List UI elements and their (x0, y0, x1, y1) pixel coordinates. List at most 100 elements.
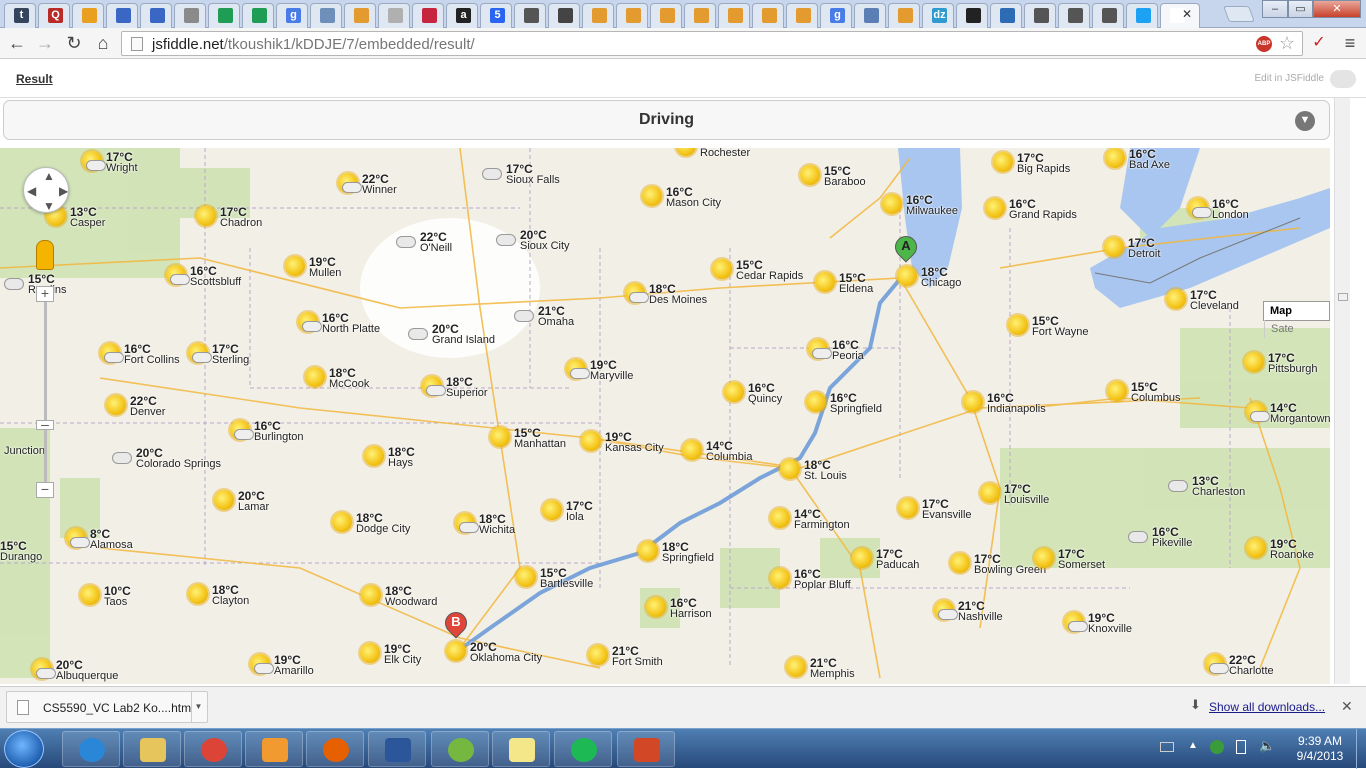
taskbar-app[interactable] (368, 731, 426, 767)
scrollbar-thumb[interactable] (1338, 293, 1348, 301)
edit-in-jsfiddle-link[interactable]: Edit in JSFiddle (1255, 73, 1324, 84)
taskbar-app[interactable] (431, 731, 489, 767)
back-icon[interactable]: ← (6, 32, 28, 54)
system-clock[interactable]: 9:39 AM 9/4/2013 (1290, 734, 1350, 764)
result-link[interactable]: Result (16, 72, 53, 86)
taskbar-app[interactable] (492, 731, 550, 767)
browser-tab[interactable] (514, 3, 546, 28)
star-icon[interactable]: ☆ (1279, 33, 1295, 54)
taskbar-app[interactable] (617, 731, 675, 767)
browser-tab[interactable] (378, 3, 410, 28)
browser-tab[interactable] (888, 3, 920, 28)
close-window-button[interactable]: ✕ (1313, 0, 1361, 18)
chevron-down-icon[interactable]: ▼ (1295, 111, 1315, 131)
sun-icon (490, 427, 510, 447)
browser-tab[interactable] (140, 3, 172, 28)
taskbar-app[interactable] (184, 731, 242, 767)
partly-cloudy-icon (166, 265, 190, 285)
browser-tab[interactable]: g (820, 3, 852, 28)
browser-tab[interactable] (650, 3, 682, 28)
sheets-icon (218, 8, 233, 23)
reload-icon[interactable]: ↻ (63, 32, 85, 54)
page-scrollbar[interactable] (1334, 98, 1350, 684)
zoom-slider-track[interactable] (44, 286, 47, 496)
weather-city: Poplar Bluff (794, 579, 851, 591)
browser-tab[interactable]: t (4, 3, 36, 28)
maximize-button[interactable]: ▭ (1288, 0, 1313, 18)
close-download-bar-icon[interactable]: ✕ (1341, 698, 1353, 715)
taskbar-app[interactable] (62, 731, 120, 767)
browser-tab[interactable] (1024, 3, 1056, 28)
start-button[interactable] (4, 730, 44, 768)
browser-tab[interactable] (208, 3, 240, 28)
tray-expand-icon[interactable]: ▲ (1188, 740, 1198, 751)
menu-icon[interactable]: ≡ (1339, 32, 1361, 54)
download-arrow-icon: ⬇ (1190, 697, 1201, 712)
browser-tab[interactable] (412, 3, 444, 28)
extension-icon[interactable]: ✓ (1308, 32, 1330, 54)
weather-city: Farmington (794, 519, 850, 531)
browser-tab[interactable] (242, 3, 274, 28)
travel-mode-select[interactable]: Driving ▼ (3, 100, 1330, 140)
browser-tab[interactable] (684, 3, 716, 28)
close-tab-icon[interactable]: ✕ (1182, 7, 1192, 21)
browser-tab[interactable]: dz (922, 3, 954, 28)
network-icon[interactable] (1210, 740, 1224, 754)
taskbar-app[interactable] (306, 731, 364, 767)
browser-tab[interactable]: g (276, 3, 308, 28)
browser-tab[interactable] (752, 3, 784, 28)
sun-icon (852, 548, 872, 568)
browser-tab[interactable] (854, 3, 886, 28)
show-all-downloads-link[interactable]: Show all downloads... (1209, 700, 1325, 714)
browser-tab[interactable] (72, 3, 104, 28)
taskbar-app[interactable] (245, 731, 303, 767)
zoom-out-button[interactable]: − (36, 482, 54, 498)
adblock-icon[interactable]: ABP (1256, 36, 1272, 52)
street-view-pegman-icon[interactable] (36, 240, 54, 270)
download-menu-chevron-icon[interactable]: ▼ (191, 692, 205, 722)
new-tab-button[interactable] (1223, 6, 1255, 22)
browser-tab[interactable] (1092, 3, 1124, 28)
browser-tab[interactable] (1058, 3, 1090, 28)
browser-tab[interactable]: a (446, 3, 478, 28)
browser-tab[interactable] (582, 3, 614, 28)
taskbar-app[interactable] (554, 731, 612, 767)
browser-tab[interactable] (990, 3, 1022, 28)
download-item[interactable]: CS5590_VC Lab2 Ko....htm ▼ (6, 691, 208, 723)
browser-tab[interactable] (106, 3, 138, 28)
route-end-marker[interactable]: B (440, 607, 472, 642)
weather-city: Fort Smith (612, 656, 663, 668)
volume-icon[interactable]: 🔈 (1259, 738, 1275, 754)
route-start-marker[interactable]: A (890, 231, 922, 266)
sun-icon (786, 657, 806, 677)
weather-city: Sioux City (520, 240, 570, 252)
zoom-slider-handle[interactable]: – (36, 417, 54, 431)
show-desktop-button[interactable] (1356, 729, 1366, 769)
browser-tab[interactable]: ✕ (1160, 3, 1200, 28)
browser-tab[interactable] (344, 3, 376, 28)
stack-icon (626, 8, 641, 23)
browser-tab[interactable] (956, 3, 988, 28)
browser-tab[interactable]: Q (38, 3, 70, 28)
browser-tab[interactable] (718, 3, 750, 28)
battery-icon[interactable] (1236, 740, 1246, 754)
sun-icon (1008, 315, 1028, 335)
browser-tab[interactable] (616, 3, 648, 28)
browser-tab[interactable] (548, 3, 580, 28)
taskbar-app[interactable] (123, 731, 181, 767)
map-canvas[interactable]: 17°C Wright 22°C Winner 17°C Sioux Falls Roche… (0, 148, 1330, 684)
browser-tab[interactable] (1126, 3, 1158, 28)
pan-control[interactable]: ▲ ▼ ◀ ▶ (23, 167, 69, 213)
browser-tab[interactable]: 5 (480, 3, 512, 28)
address-bar[interactable]: jsfiddle.net/tkoushik1/kDDJE/7/embedded/… (121, 31, 1303, 56)
browser-tab[interactable] (174, 3, 206, 28)
browser-tab[interactable] (310, 3, 342, 28)
minimize-button[interactable]: – (1262, 0, 1288, 18)
map-type-map-button[interactable]: Map (1264, 302, 1298, 320)
map-type-satellite-button[interactable]: Sate (1264, 320, 1300, 338)
zoom-in-button[interactable]: + (36, 286, 54, 302)
home-icon[interactable]: ⌂ (92, 32, 114, 54)
browser-tab[interactable] (786, 3, 818, 28)
forward-icon[interactable]: → (34, 32, 56, 54)
keyboard-icon[interactable] (1160, 742, 1174, 752)
